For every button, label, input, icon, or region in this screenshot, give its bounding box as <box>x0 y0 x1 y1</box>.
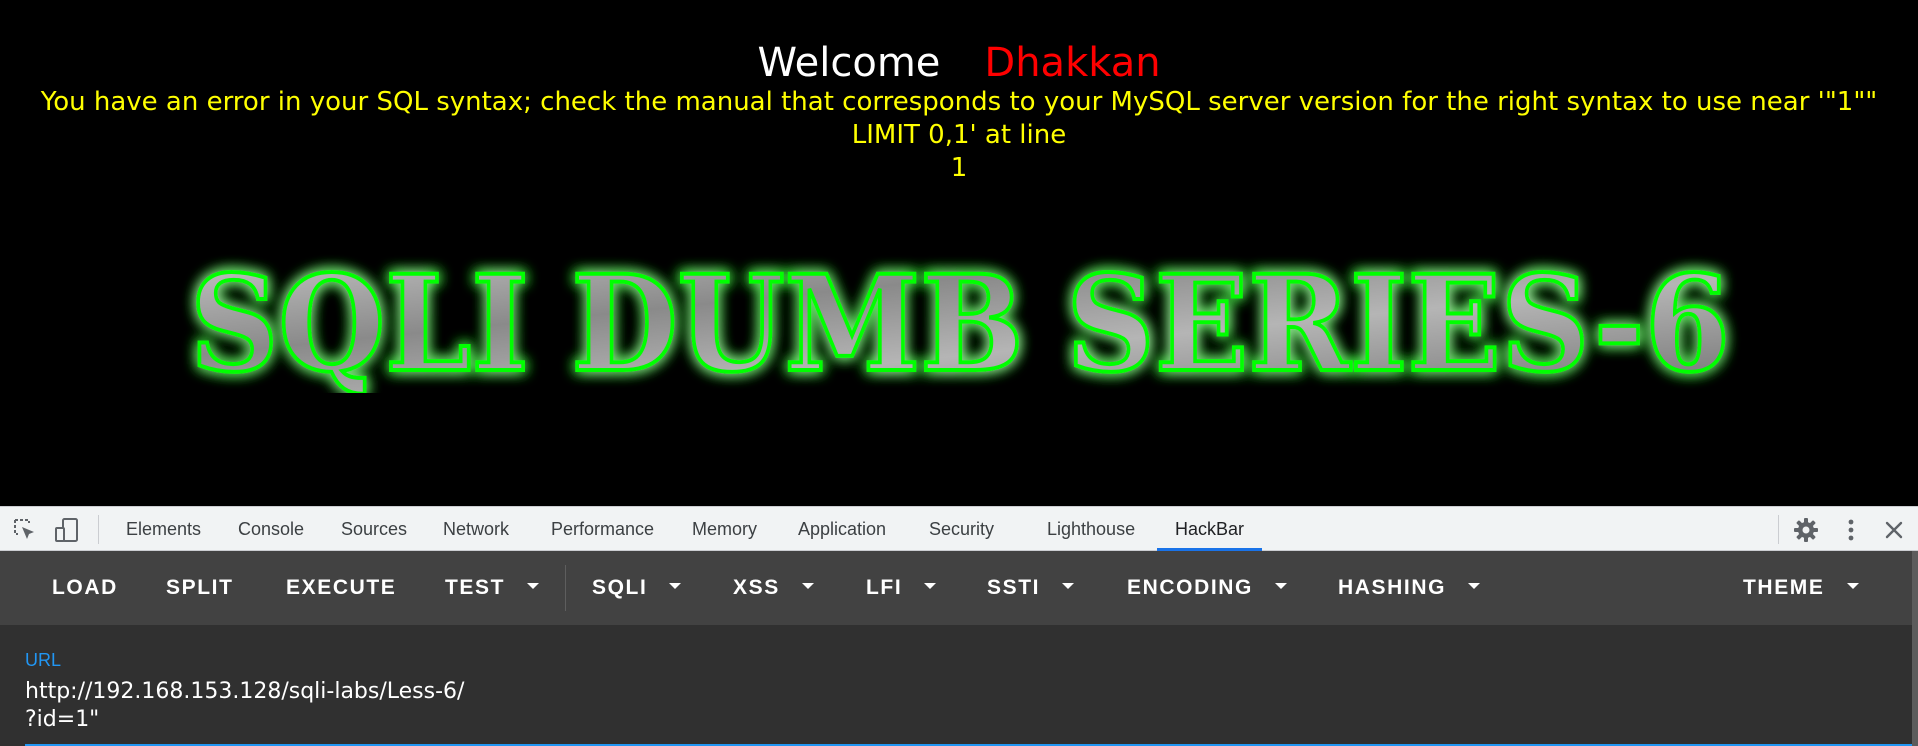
caret-down-icon <box>924 583 937 590</box>
url-input[interactable]: http://192.168.153.128/sqli-labs/Less-6/… <box>25 678 464 734</box>
execute-button[interactable]: EXECUTE <box>286 551 396 625</box>
banner-glow-text: SQLI DUMB SERIES-6 <box>190 248 1730 393</box>
sqli-menu-button[interactable]: SQLI <box>592 551 682 625</box>
hackbar-toolbar: LOAD SPLIT EXECUTE TEST SQLI XSS LFI SST… <box>0 551 1918 625</box>
caret-down-icon <box>1062 583 1075 590</box>
username-text: Dhakkan <box>984 40 1161 86</box>
caret-down-icon <box>1274 583 1287 590</box>
hashing-menu-button[interactable]: HASHING <box>1338 551 1481 625</box>
sql-error-line-1: You have an error in your SQL syntax; ch… <box>40 87 1878 150</box>
tab-lighthouse[interactable]: Lighthouse <box>1047 507 1135 551</box>
tab-sources[interactable]: Sources <box>341 507 407 551</box>
tab-security[interactable]: Security <box>929 507 994 551</box>
tab-application[interactable]: Application <box>798 507 886 551</box>
tab-elements[interactable]: Elements <box>126 507 201 551</box>
tab-performance[interactable]: Performance <box>551 507 654 551</box>
caret-down-icon <box>1846 583 1859 590</box>
device-toolbar-icon[interactable] <box>54 517 80 543</box>
tab-hackbar-label: HackBar <box>1175 519 1245 539</box>
xss-menu-button[interactable]: XSS <box>733 551 814 625</box>
welcome-text: Welcome <box>757 40 941 86</box>
welcome-line: Welcome Dhakkan <box>0 38 1918 88</box>
ssti-menu-label: SSTI <box>987 576 1041 599</box>
sqli-menu-label: SQLI <box>592 576 648 599</box>
caret-down-icon <box>527 583 540 590</box>
sql-error-line-2: 1 <box>950 153 968 183</box>
toolbar-divider <box>565 565 566 611</box>
page-content: Welcome Dhakkan You have an error in your… <box>0 0 1918 506</box>
more-options-icon[interactable] <box>1838 517 1864 543</box>
caret-down-icon <box>801 583 814 590</box>
tab-network[interactable]: Network <box>443 507 509 551</box>
theme-menu-button[interactable]: THEME <box>1743 551 1859 625</box>
lfi-menu-label: LFI <box>866 576 903 599</box>
test-menu-label: TEST <box>445 576 506 599</box>
devtools-tab-bar: Elements Console Sources Network Perform… <box>0 506 1918 551</box>
test-menu-button[interactable]: TEST <box>445 551 540 625</box>
tab-hackbar[interactable]: HackBar <box>1157 507 1262 551</box>
load-button[interactable]: LOAD <box>52 551 118 625</box>
split-button[interactable]: SPLIT <box>166 551 234 625</box>
close-icon[interactable] <box>1881 517 1907 543</box>
toolbar-separator <box>98 515 99 544</box>
tab-console[interactable]: Console <box>238 507 304 551</box>
hackbar-scrollbar[interactable] <box>1912 551 1918 746</box>
toolbar-separator <box>1778 515 1779 544</box>
theme-menu-label: THEME <box>1743 576 1825 599</box>
tab-memory[interactable]: Memory <box>692 507 757 551</box>
lfi-menu-button[interactable]: LFI <box>866 551 937 625</box>
sql-error-message: You have an error in your SQL syntax; ch… <box>10 86 1908 185</box>
inspect-element-icon[interactable] <box>12 517 38 543</box>
hashing-menu-label: HASHING <box>1338 576 1447 599</box>
url-label: URL <box>25 650 62 670</box>
encoding-menu-button[interactable]: ENCODING <box>1127 551 1287 625</box>
xss-menu-label: XSS <box>733 576 780 599</box>
encoding-menu-label: ENCODING <box>1127 576 1253 599</box>
settings-gear-icon[interactable] <box>1793 517 1819 543</box>
hackbar-url-panel: URL http://192.168.153.128/sqli-labs/Les… <box>0 625 1918 746</box>
title-banner-image: SQLI DUMB SERIES-6 <box>160 248 1760 393</box>
caret-down-icon <box>669 583 682 590</box>
caret-down-icon <box>1468 583 1481 590</box>
ssti-menu-button[interactable]: SSTI <box>987 551 1075 625</box>
